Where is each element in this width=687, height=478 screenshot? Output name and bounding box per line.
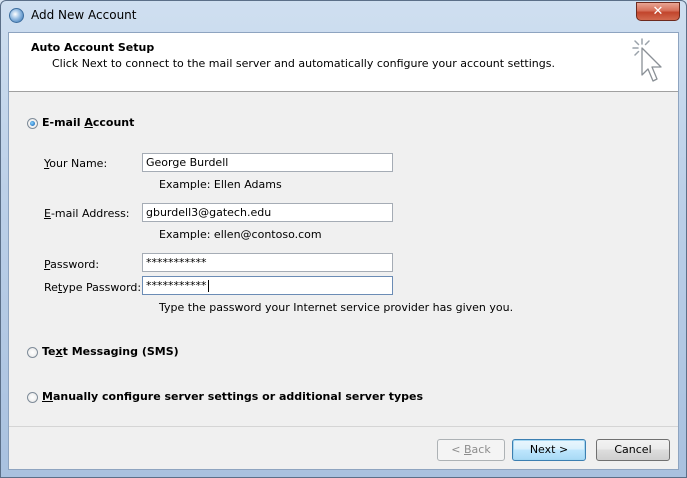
your-name-example: Example: Ellen Adams	[159, 178, 282, 191]
email-address-input[interactable]: gburdell3@gatech.edu	[142, 203, 393, 222]
manual-configure-radio[interactable]	[27, 392, 38, 403]
retype-password-label: Retype Password:	[44, 281, 142, 294]
cursor-click-icon	[632, 38, 662, 82]
next-button[interactable]: Next >	[512, 439, 586, 461]
email-address-label: E-mail Address:	[44, 207, 130, 220]
text-caret	[207, 280, 209, 292]
cancel-button[interactable]: Cancel	[596, 439, 670, 461]
text-messaging-radio[interactable]	[27, 347, 38, 358]
retype-password-value: ***********	[146, 279, 207, 292]
footer-divider	[9, 426, 678, 427]
password-input[interactable]: ***********	[142, 253, 393, 272]
retype-password-input[interactable]: ***********	[142, 276, 393, 295]
dialog-client-area: Auto Account Setup Click Next to connect…	[8, 32, 679, 470]
email-account-radio[interactable]	[27, 118, 38, 129]
your-name-label: Your Name:	[44, 157, 108, 170]
email-address-example: Example: ellen@contoso.com	[159, 228, 322, 241]
email-account-label[interactable]: E-mail Account	[42, 116, 134, 129]
header-subtitle: Click Next to connect to the mail server…	[52, 57, 555, 70]
back-button[interactable]: < Back	[437, 439, 505, 461]
outlook-app-icon	[9, 8, 24, 23]
manual-configure-label[interactable]: Manually configure server settings or ad…	[42, 390, 423, 403]
close-button[interactable]: ✕	[636, 2, 680, 21]
text-messaging-label[interactable]: Text Messaging (SMS)	[42, 345, 179, 358]
window-title: Add New Account	[31, 8, 137, 22]
wizard-header: Auto Account Setup Click Next to connect…	[9, 33, 678, 92]
your-name-input[interactable]: George Burdell	[142, 153, 393, 172]
header-title: Auto Account Setup	[31, 41, 155, 54]
add-new-account-window: Add New Account ✕ Auto Account Setup Cli…	[0, 0, 687, 478]
title-bar[interactable]: Add New Account ✕	[1, 1, 686, 31]
password-label: Password:	[44, 258, 100, 271]
password-hint: Type the password your Internet service …	[159, 301, 514, 314]
